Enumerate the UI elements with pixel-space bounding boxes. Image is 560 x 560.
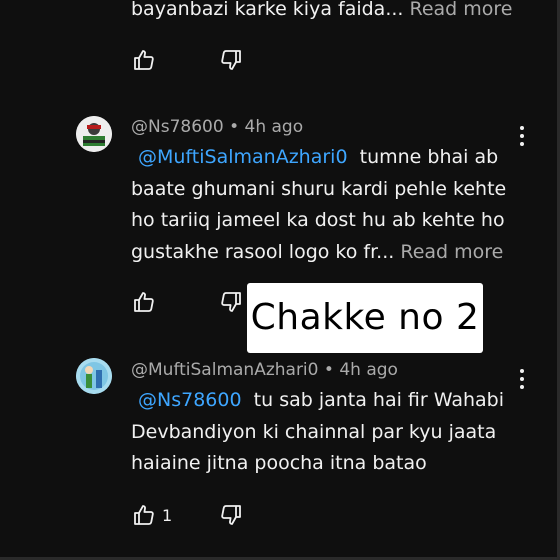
- like-count: 1: [162, 506, 173, 525]
- thumbs-up-icon[interactable]: [131, 290, 157, 314]
- comment-line: ho tariiq jameel ka dost hu ab kehte ho: [131, 209, 505, 231]
- thumbs-down-icon[interactable]: [218, 48, 244, 72]
- comment-meta: @MuftiSalmanAzhari0 • 4h ago: [131, 360, 398, 380]
- thumbs-down-icon[interactable]: [218, 503, 244, 527]
- read-more-link[interactable]: Read more: [410, 0, 513, 20]
- comment-author[interactable]: @Ns78600: [131, 117, 224, 137]
- thumbs-down-icon[interactable]: [218, 290, 244, 314]
- avatar[interactable]: [76, 358, 112, 394]
- read-more-link[interactable]: Read more: [400, 241, 503, 263]
- avatar-image: [76, 358, 112, 394]
- comment-line: haiaine jitna poocha itna batao: [131, 452, 427, 474]
- meta-separator: •: [323, 360, 334, 380]
- mention-link[interactable]: @Ns78600: [138, 389, 242, 411]
- comment-line: Devbandiyon ki chainnal par kyu jaata: [131, 420, 497, 443]
- avatar-image: [76, 116, 112, 152]
- comment-timestamp[interactable]: 4h ago: [339, 360, 398, 380]
- comment-line: baate ghumani shuru kardi pehle kehte: [131, 177, 507, 200]
- mention-link[interactable]: @MuftiSalmanAzhari0: [138, 146, 348, 168]
- comment-line: tumne bhai ab: [359, 146, 499, 168]
- comment-body: @MuftiSalmanAzhari0 tumne bhai ab baate …: [131, 142, 521, 268]
- comment-body: @Ns78600 tu sab janta hai fir Wahabi Dev…: [131, 385, 521, 480]
- thumbs-up-icon[interactable]: [131, 48, 157, 72]
- avatar[interactable]: [76, 116, 112, 152]
- comment-body: bayanbazi karke kiya faida...: [131, 0, 404, 20]
- comment-top-text: bayanbazi karke kiya faida... Read more: [131, 0, 513, 26]
- comment-timestamp[interactable]: 4h ago: [245, 117, 304, 137]
- comment-line: tu sab janta hai fir Wahabi: [253, 389, 504, 411]
- comment-meta: @Ns78600 • 4h ago: [131, 117, 303, 137]
- overlay-caption: Chakke no 2: [247, 283, 483, 353]
- comment-line: gustakhe rasool logo ko fr...: [131, 240, 395, 263]
- thumbs-up-icon[interactable]: [131, 503, 157, 527]
- comment-author[interactable]: @MuftiSalmanAzhari0: [131, 360, 318, 380]
- meta-separator: •: [229, 117, 240, 137]
